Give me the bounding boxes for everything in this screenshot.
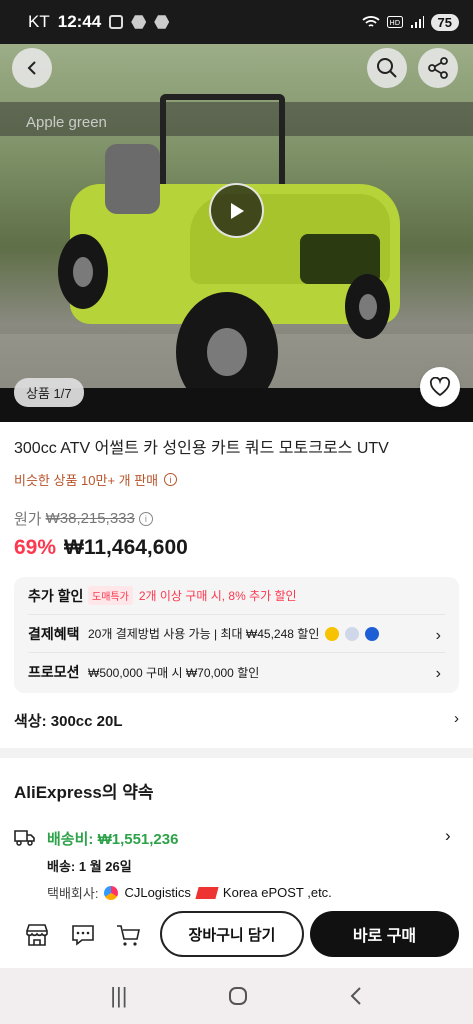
play-video-button[interactable] [209, 183, 264, 238]
courier-name-2: Korea ePOST ,etc. [222, 885, 332, 900]
heart-icon [429, 377, 451, 397]
wifi-icon [361, 16, 380, 27]
section-divider [0, 748, 473, 758]
back-nav-icon[interactable] [349, 986, 363, 1006]
payment-benefit-text: 20개 결제방법 사용 가능 | 최대 ₩45,248 할인 [88, 627, 320, 641]
search-icon [377, 58, 397, 78]
extra-discount-label: 추가 할인 [28, 587, 84, 604]
hd-icon: HD [386, 16, 403, 28]
image-overlay-text: Apple green [26, 114, 107, 131]
courier-label: 택배회사: [47, 886, 99, 901]
payment-benefit-label: 결제혜택 [28, 625, 80, 642]
cart-icon[interactable] [115, 922, 141, 948]
chevron-left-icon [27, 61, 36, 75]
wishlist-button[interactable] [420, 367, 460, 407]
cj-logistics-logo [104, 885, 119, 900]
chat-icon[interactable] [70, 922, 96, 948]
app-notification-icon [131, 15, 147, 29]
payment-benefit-row[interactable]: 결제혜택 20개 결제방법 사용 가능 | 최대 ₩45,248 할인 › [28, 615, 445, 653]
extra-discount-row: 추가 할인 도매특가 2개 이상 구매 시, 8% 추가 할인 [28, 577, 445, 615]
wholesale-chip: 도매특가 [88, 586, 133, 605]
sale-price: ₩11,464,600 [64, 536, 188, 559]
home-icon[interactable] [228, 986, 248, 1006]
system-nav-bar: ||| [0, 968, 473, 1024]
promotion-label: 프로모션 [28, 664, 80, 680]
chevron-right-icon: › [435, 627, 441, 644]
current-price: 69% ₩11,464,600 [14, 536, 188, 560]
shipping-fee[interactable]: 배송비: ₩1,551,236 [47, 828, 178, 849]
original-price-value: ₩38,215,333 [45, 510, 135, 527]
svg-text:HD: HD [389, 19, 400, 27]
share-icon [428, 57, 448, 79]
samsungcard-icon [345, 626, 360, 641]
status-bar: KT 12:44 HD 75 [0, 0, 473, 44]
share-button[interactable] [418, 48, 458, 88]
product-title: 300cc ATV 어썰트 카 성인용 카트 쿼드 모토크로스 UTV [14, 440, 389, 457]
signal-icon [410, 16, 424, 28]
promise-heading: AliExpress의 약속 [14, 783, 154, 802]
epost-logo [195, 886, 219, 899]
extra-discount-text: 2개 이상 구매 시, 8% 추가 할인 [138, 589, 297, 603]
info-icon[interactable]: i [164, 473, 178, 486]
store-icon[interactable] [24, 922, 50, 948]
search-button[interactable] [367, 48, 407, 88]
color-option-selector[interactable]: 색상: 300cc 20L › [14, 710, 459, 731]
original-price: 원가 ₩38,215,333 i [14, 508, 153, 529]
sold-text: 비슷한 상품 10만+ 개 판매 [14, 473, 159, 488]
app-notification-icon-2 [154, 15, 170, 29]
clock: 12:44 [57, 12, 102, 31]
promotion-text: ₩500,000 구매 시 ₩70,000 할인 [88, 665, 260, 680]
shinhan-icon [365, 626, 380, 641]
notification-icon [109, 15, 124, 29]
promotion-row[interactable]: 프로모션 ₩500,000 구매 시 ₩70,000 할인 › [28, 653, 445, 691]
discount-percent: 69% [14, 536, 57, 559]
buy-now-button[interactable]: 바로 구매 [310, 911, 459, 957]
sold-count: 비슷한 상품 10만+ 개 판매 i [14, 470, 178, 489]
courier-info: 택배회사: CJLogistics Korea ePOST ,etc. [47, 883, 332, 902]
chevron-right-icon: › [454, 710, 459, 727]
recent-apps-icon[interactable]: ||| [110, 983, 127, 1009]
courier-name-1: CJLogistics [124, 885, 191, 900]
add-to-cart-button[interactable]: 장바구니 담기 [160, 911, 304, 957]
carrier-label: KT [28, 12, 50, 31]
price-info-icon[interactable]: i [138, 511, 153, 526]
chevron-right-icon: › [435, 665, 441, 682]
kakaopay-icon [325, 626, 340, 641]
delivery-date: 배송: 1 월 26일 [47, 859, 132, 874]
play-icon [230, 202, 244, 219]
battery-indicator: 75 [430, 13, 459, 31]
image-counter: 상품 1/7 [14, 378, 84, 407]
color-option-label: 색상: 300cc 20L [14, 713, 123, 730]
back-button[interactable] [12, 48, 52, 88]
benefits-box: 추가 할인 도매특가 2개 이상 구매 시, 8% 추가 할인 결제혜택 20개… [14, 577, 459, 693]
original-price-label: 원가 [14, 511, 42, 528]
chevron-right-icon[interactable]: › [445, 826, 451, 846]
truck-icon [14, 830, 35, 846]
